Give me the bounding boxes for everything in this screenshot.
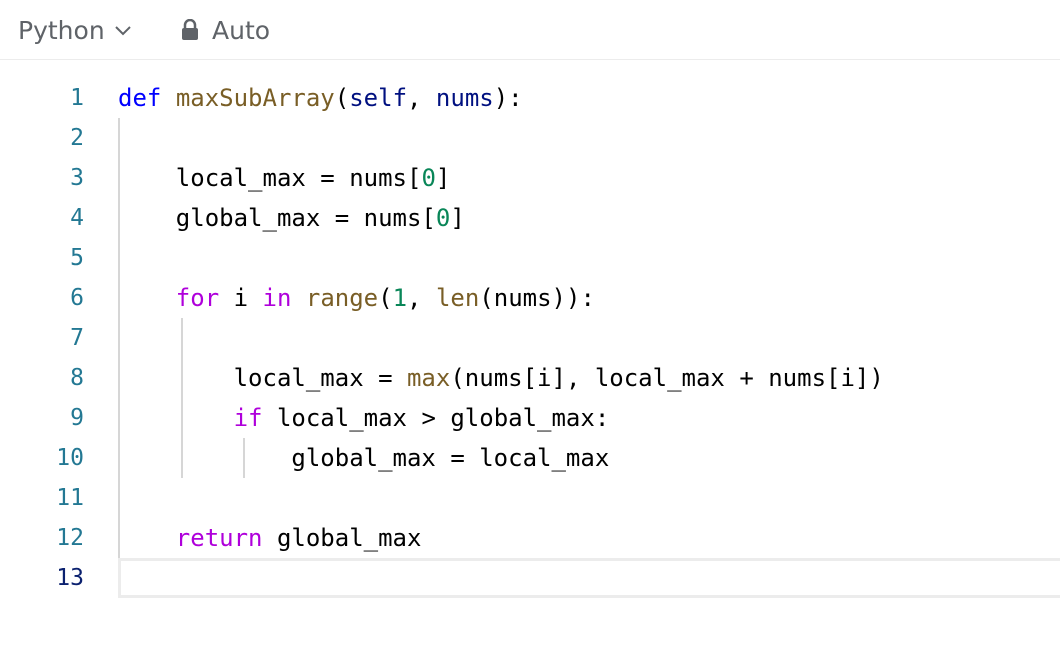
lock-icon — [182, 19, 198, 40]
code-token: ( — [378, 284, 393, 312]
line-number: 13 — [56, 565, 84, 591]
code-token: global_max — [262, 524, 422, 552]
code-line[interactable]: for i in range(1, len(nums)): — [118, 278, 1060, 318]
code-token: ] — [435, 164, 451, 192]
code-token: , — [407, 84, 436, 112]
mode-label: Auto — [212, 15, 271, 45]
code-line[interactable] — [118, 478, 1060, 518]
code-token: if — [233, 404, 263, 432]
line-number: 8 — [70, 365, 84, 391]
code-token: , — [407, 284, 436, 312]
code-line[interactable]: local_max = nums[0] — [118, 158, 1060, 198]
code-token: len — [435, 284, 480, 312]
language-selector[interactable]: Python — [18, 14, 133, 46]
code-token: ( — [334, 84, 350, 112]
code-line[interactable]: def maxSubArray(self, nums): — [118, 78, 1060, 118]
line-number: 6 — [70, 285, 84, 311]
code-token: global_max = nums[ — [118, 204, 436, 232]
code-line[interactable]: global_max = nums[0] — [118, 198, 1060, 238]
code-line[interactable]: if local_max > global_max: — [118, 398, 1060, 438]
code-token: def — [118, 84, 162, 112]
code-token: in — [262, 284, 292, 312]
code-token: ): — [493, 84, 523, 112]
code-token: local_max = nums[ — [118, 164, 422, 192]
code-token: maxSubArray — [175, 84, 335, 112]
line-number: 2 — [70, 125, 84, 151]
code-line[interactable]: return global_max — [118, 518, 1060, 558]
code-token: (nums[i], local_max + nums[i]) — [450, 364, 884, 392]
current-code-line[interactable] — [118, 558, 1060, 598]
code-token: 0 — [435, 204, 451, 232]
line-number: 1 — [70, 85, 84, 111]
code-editor[interactable]: 1 2 3 4 5 6 7 8 9 10 11 12 13 def maxSubArray(self, … — [0, 60, 1060, 650]
code-token: i — [219, 284, 263, 312]
code-line[interactable]: local_max = max(nums[i], local_max + num… — [118, 358, 1060, 398]
line-number: 11 — [56, 485, 84, 511]
code-token: return — [175, 524, 263, 552]
line-number-gutter: 1 2 3 4 5 6 7 8 9 10 11 12 13 — [0, 78, 100, 598]
line-number: 12 — [56, 525, 84, 551]
code-token: ] — [450, 204, 465, 232]
code-area[interactable]: def maxSubArray(self, nums): local_max =… — [118, 78, 1060, 598]
code-line[interactable]: global_max = local_max — [118, 438, 1060, 478]
code-line[interactable] — [118, 318, 1060, 358]
mode-indicator[interactable]: Auto — [180, 14, 270, 46]
code-token: range — [305, 284, 379, 312]
code-token: (nums)): — [479, 284, 595, 312]
language-label: Python — [18, 15, 105, 45]
code-token: max — [406, 364, 451, 392]
line-number: 3 — [70, 165, 84, 191]
line-number: 9 — [70, 405, 84, 431]
code-token: global_max = local_max — [118, 444, 610, 472]
line-number: 5 — [70, 245, 84, 271]
line-number: 4 — [70, 205, 84, 231]
editor-toolbar: Python Auto — [0, 0, 1060, 60]
code-line[interactable] — [118, 238, 1060, 278]
code-token: local_max = — [118, 364, 407, 392]
line-number: 10 — [56, 445, 84, 471]
code-token: 0 — [421, 164, 436, 192]
code-line[interactable] — [118, 118, 1060, 158]
code-token: nums — [435, 84, 494, 112]
code-token: self — [349, 84, 408, 112]
line-number: 7 — [70, 325, 84, 351]
code-token: local_max > global_max: — [262, 404, 610, 432]
code-token: 1 — [392, 284, 408, 312]
chevron-down-icon — [114, 26, 131, 36]
code-token: for — [175, 284, 220, 312]
